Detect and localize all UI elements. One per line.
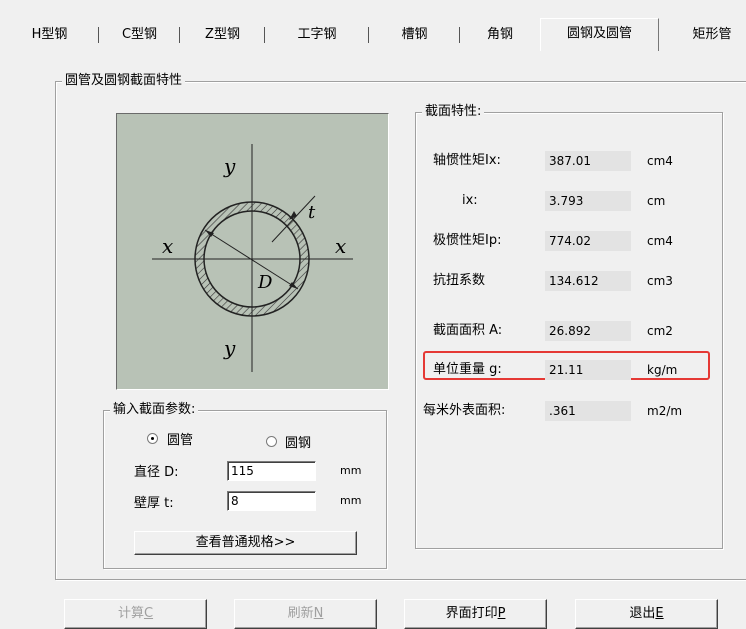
tab-label: 工字钢	[297, 27, 337, 42]
tab-label: 角钢	[486, 27, 513, 42]
calculate-button-hotkey: C	[143, 606, 154, 621]
property-value: 26.892	[545, 321, 631, 341]
tab-label: H型钢	[31, 27, 68, 42]
print-interface-button[interactable]: 界面打印P	[404, 599, 547, 629]
thickness-input[interactable]	[227, 491, 316, 511]
radio-round-bar[interactable]	[266, 436, 277, 447]
property-label: 截面面积 A:	[433, 323, 503, 338]
calculate-button-text: 计算	[117, 606, 144, 621]
radio-round-tube[interactable]	[147, 433, 158, 444]
exit-button-text: 退出	[629, 606, 656, 621]
properties-group-title: 截面特性:	[422, 104, 485, 120]
property-unit: kg/m	[647, 363, 678, 377]
property-value: 21.11	[545, 360, 631, 380]
section-diagram: y y x x t D	[116, 113, 389, 390]
property-label: 每米外表面积:	[423, 403, 506, 418]
property-value: 3.793	[545, 191, 631, 211]
property-unit: cm	[647, 194, 666, 208]
y-axis-label-bottom: y	[224, 336, 236, 360]
view-standard-specs-label: 查看普通规格>>	[195, 535, 296, 550]
tab-rect-tube[interactable]: 矩形管	[662, 22, 746, 48]
tab-i-beam[interactable]: 工字钢	[265, 22, 369, 48]
property-value: 387.01	[545, 151, 631, 171]
exit-button[interactable]: 退出E	[575, 599, 718, 629]
diameter-symbol-label: D	[258, 272, 273, 293]
diameter-label: 直径 D:	[134, 465, 179, 480]
radio-round-tube-label[interactable]: 圆管	[167, 429, 193, 448]
refresh-button[interactable]: 刷新N	[234, 599, 377, 629]
x-axis-label-right: x	[335, 234, 347, 258]
tab-bar: H型钢 C型钢 Z型钢 工字钢 槽钢 角钢 圆钢及圆管 矩形管	[0, 18, 746, 51]
property-unit: cm2	[647, 324, 673, 338]
radio-round-bar-label[interactable]: 圆钢	[285, 432, 311, 451]
print-button-text: 界面打印	[445, 606, 498, 621]
refresh-button-text: 刷新	[287, 606, 314, 621]
property-label: 单位重量 g:	[433, 362, 502, 377]
section-group-title: 圆管及圆钢截面特性	[62, 73, 186, 89]
tab-round-steel-tube[interactable]: 圆钢及圆管	[540, 18, 659, 51]
tab-c-steel[interactable]: C型钢	[99, 22, 180, 48]
calculate-button[interactable]: 计算C	[64, 599, 207, 629]
property-label: 极惯性矩Ip:	[433, 233, 502, 248]
refresh-button-hotkey: N	[313, 606, 324, 621]
property-unit: cm4	[647, 234, 673, 248]
tube-cross-section-drawing	[152, 144, 353, 372]
property-unit: cm3	[647, 274, 673, 288]
tab-label: 圆钢及圆管	[566, 26, 632, 41]
diameter-unit: mm	[340, 464, 362, 477]
tab-channel-steel[interactable]: 槽钢	[369, 22, 460, 48]
property-label: ix:	[462, 193, 478, 208]
tab-label: 矩形管	[692, 27, 732, 42]
exit-button-hotkey: E	[655, 606, 664, 621]
tab-label: Z型钢	[205, 27, 240, 42]
tab-z-steel[interactable]: Z型钢	[180, 22, 265, 48]
property-value: 774.02	[545, 231, 631, 251]
x-axis-label-left: x	[162, 234, 174, 258]
thickness-label: 壁厚 t:	[134, 496, 174, 511]
property-label: 抗扭系数	[433, 273, 486, 288]
tab-h-steel[interactable]: H型钢	[0, 22, 99, 48]
input-params-group-title: 输入截面参数:	[110, 402, 199, 418]
tab-label: C型钢	[121, 27, 158, 42]
diameter-input[interactable]	[227, 461, 316, 481]
property-value: .361	[545, 401, 631, 421]
property-value: 134.612	[545, 271, 631, 291]
property-label: 轴惯性矩Ix:	[433, 153, 501, 168]
tab-angle-steel[interactable]: 角钢	[460, 22, 540, 48]
thickness-symbol-label: t	[308, 202, 316, 223]
y-axis-label-top: y	[224, 154, 236, 178]
property-unit: cm4	[647, 154, 673, 168]
view-standard-specs-button[interactable]: 查看普通规格>>	[134, 531, 357, 555]
property-unit: m2/m	[647, 404, 683, 418]
print-button-hotkey: P	[497, 606, 506, 621]
tab-label: 槽钢	[401, 27, 428, 42]
thickness-unit: mm	[340, 494, 362, 507]
